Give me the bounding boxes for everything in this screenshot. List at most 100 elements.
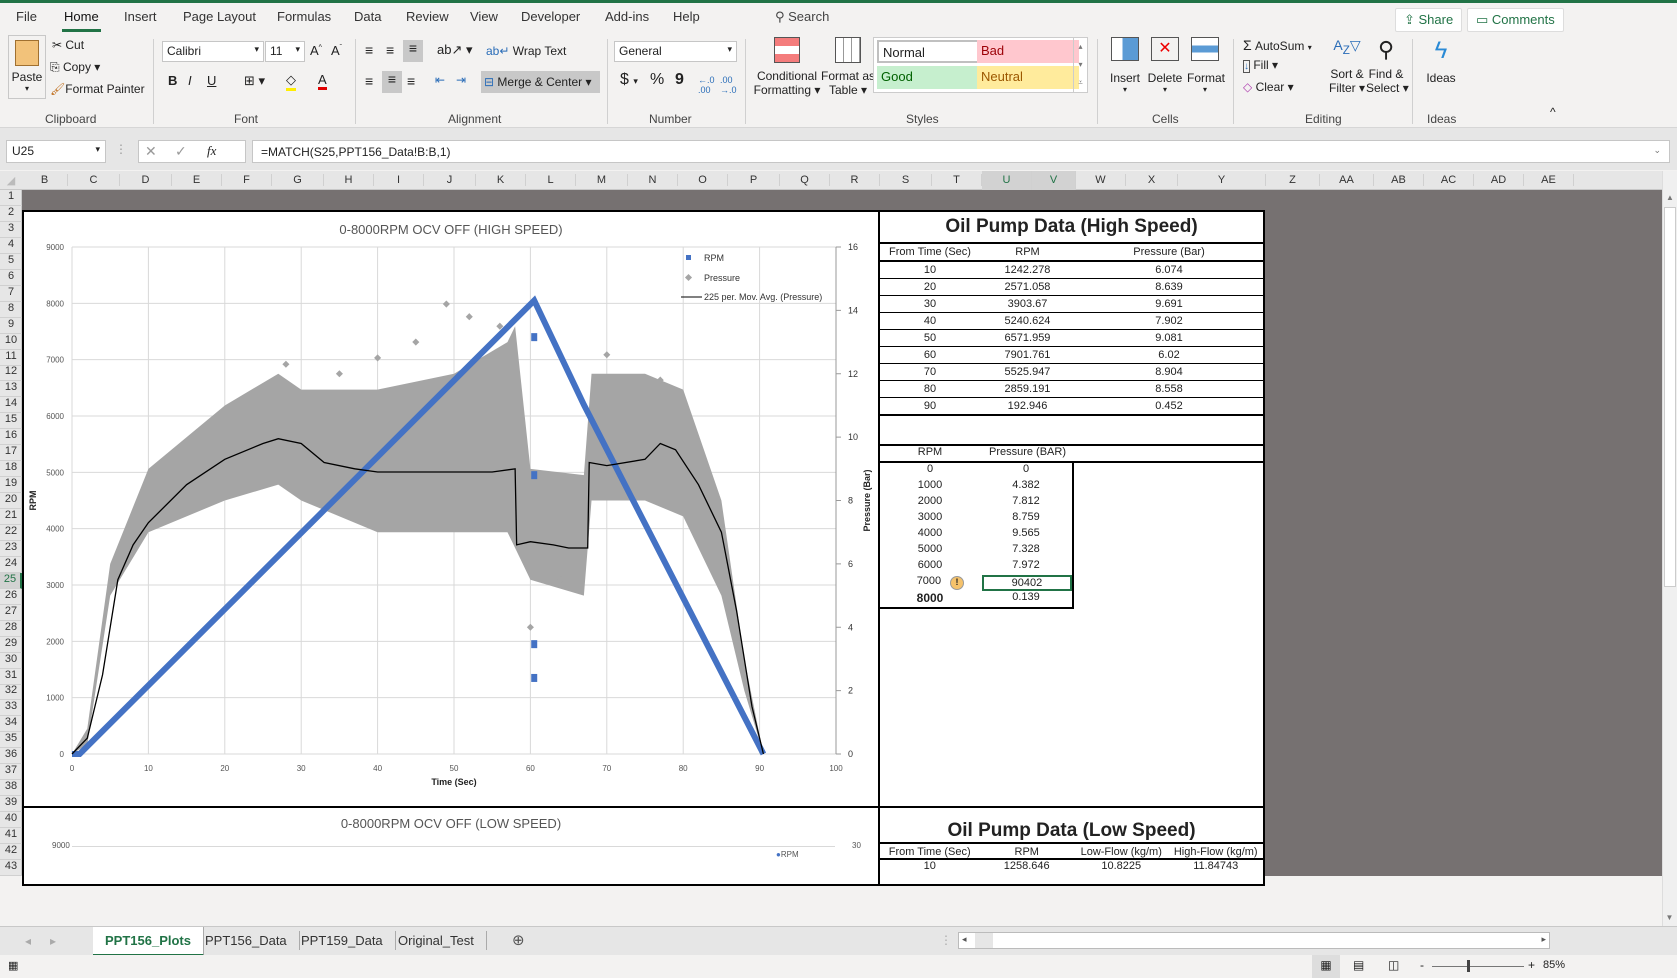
lookup-cell[interactable]: 0 (980, 463, 1072, 479)
menu-file[interactable]: File (16, 9, 37, 24)
lookup-cell[interactable]: 8.759 (980, 511, 1072, 527)
row-header-43[interactable]: 43 (0, 860, 22, 876)
prev-sheet-icon[interactable]: ◂ (25, 934, 31, 948)
menu-developer[interactable]: Developer (521, 9, 580, 24)
clear-button[interactable]: ◇ Clear ▾ (1243, 80, 1294, 94)
column-header-m[interactable]: M (576, 174, 628, 186)
table-cell[interactable]: 9.691 (1075, 295, 1263, 312)
tab-split-handle[interactable]: ⋮ (940, 933, 952, 947)
table-cell[interactable]: 90 (880, 397, 980, 414)
insert-cells-button[interactable]: Insert ▾ (1108, 37, 1142, 94)
italic-button[interactable]: I (188, 73, 192, 88)
column-header-ab[interactable]: AB (1374, 174, 1424, 186)
font-color-icon[interactable]: A (318, 72, 327, 90)
align-top-icon[interactable]: ≡ (365, 42, 373, 58)
select-all-corner[interactable]: ◢ (0, 174, 22, 187)
chart-low-speed[interactable]: 0-8000RPM OCV OFF (LOW SPEED) 9000 30 ●R… (22, 806, 880, 886)
search-box[interactable]: ⚲ Search (775, 9, 829, 25)
style-neutral[interactable]: Neutral (977, 66, 1079, 89)
chart-high-speed[interactable]: 0-8000RPM OCV OFF (HIGH SPEED) 0 10 20 30 40… (22, 210, 880, 808)
table-cell[interactable]: 40 (880, 312, 980, 329)
zoom-level[interactable]: 85% (1543, 959, 1565, 971)
menu-page-layout[interactable]: Page Layout (183, 9, 256, 24)
increase-decimal-icon[interactable]: ←.0.00 (698, 75, 715, 95)
lookup-cell[interactable]: 4000 (880, 527, 980, 543)
increase-indent-icon[interactable]: ⇥ (456, 73, 466, 87)
column-header-t[interactable]: T (932, 174, 982, 186)
column-header-j[interactable]: J (424, 174, 476, 186)
sheet-tab-ppt156-data[interactable]: PPT156_Data (193, 931, 300, 950)
table-cell[interactable]: 1242.278 (980, 261, 1075, 278)
table-cell[interactable]: 192.946 (980, 397, 1075, 414)
macro-record-icon[interactable]: ▦ (8, 959, 18, 972)
row-header-41[interactable]: 41 (0, 828, 22, 844)
cut-button[interactable]: ✂ Cut (52, 38, 84, 52)
zoom-in-button[interactable]: + (1528, 958, 1535, 972)
row-header-31[interactable]: 31 (0, 669, 22, 685)
column-header-ae[interactable]: AE (1524, 174, 1574, 186)
zoom-slider[interactable] (1432, 966, 1524, 967)
decrease-decimal-icon[interactable]: .00 →.0 (720, 75, 737, 95)
lookup-cell[interactable]: 0 (880, 463, 980, 479)
font-size-select[interactable]: 11 ▾ (265, 41, 305, 62)
row-header-10[interactable]: 10 (0, 334, 22, 350)
lookup-cell[interactable]: 1000 (880, 479, 980, 495)
row-header-32[interactable]: 32 (0, 684, 22, 701)
column-header-i[interactable]: I (374, 174, 424, 186)
row-header-16[interactable]: 16 (0, 429, 22, 446)
column-header-x[interactable]: X (1126, 174, 1178, 186)
cancel-icon[interactable]: ✕ (145, 143, 157, 160)
number-format-select[interactable]: General ▾ (614, 41, 737, 62)
menu-add-ins[interactable]: Add-ins (605, 9, 649, 24)
hscroll-thumb[interactable] (975, 933, 993, 948)
table-cell[interactable]: 6.074 (1075, 261, 1263, 278)
row-header-21[interactable]: 21 (0, 509, 22, 525)
row-header-39[interactable]: 39 (0, 796, 22, 813)
table-cell[interactable]: 7.902 (1075, 312, 1263, 329)
column-header-z[interactable]: Z (1266, 174, 1320, 186)
row-header-25[interactable]: 25 (0, 572, 22, 589)
table-cell[interactable]: 2859.191 (980, 380, 1075, 397)
column-header-ad[interactable]: AD (1474, 174, 1524, 186)
normal-view-icon[interactable]: ▦ (1312, 955, 1340, 978)
table-cell[interactable]: 7901.761 (980, 346, 1075, 363)
menu-review[interactable]: Review (406, 9, 449, 24)
sort-filter-button[interactable]: AZ▽ Sort & Filter ▾ (1327, 37, 1367, 95)
decrease-font-icon[interactable]: Aˇ (331, 43, 342, 58)
column-header-w[interactable]: W (1076, 174, 1126, 186)
align-right-icon[interactable]: ≡ (407, 73, 415, 89)
paste-button[interactable]: Paste ▾ (8, 35, 46, 99)
lookup-cell[interactable]: 9.565 (980, 527, 1072, 543)
table-cell[interactable]: 30 (880, 295, 980, 312)
borders-icon[interactable]: ⊞ ▾ (244, 73, 265, 89)
lookup-cell[interactable]: 6000 (880, 559, 980, 575)
bold-button[interactable]: B (168, 73, 177, 88)
column-header-p[interactable]: P (728, 174, 780, 186)
format-cells-button[interactable]: Format ▾ (1187, 37, 1225, 94)
row-header-18[interactable]: 18 (0, 461, 22, 478)
scroll-left-icon[interactable]: ◂ (962, 934, 967, 945)
table-cell[interactable]: 3903.67 (980, 295, 1075, 312)
ideas-button[interactable]: ϟ Ideas (1424, 37, 1458, 85)
column-header-ac[interactable]: AC (1424, 174, 1474, 186)
row-header-26[interactable]: 26 (0, 589, 22, 605)
lookup-cell[interactable]: 0.139 (980, 591, 1072, 607)
column-header-aa[interactable]: AA (1320, 174, 1374, 186)
find-select-button[interactable]: ⚲ Find & Select ▾ (1366, 37, 1409, 95)
table-cell[interactable]: 5525.947 (980, 363, 1075, 380)
table-cell[interactable]: 8.558 (1075, 380, 1263, 397)
styles-scroll[interactable]: ▴ ▾ ⩡ (1073, 38, 1087, 93)
zoom-slider-thumb[interactable] (1467, 960, 1470, 972)
increase-font-icon[interactable]: A^ (310, 43, 322, 58)
row-header-12[interactable]: 12 (0, 365, 22, 382)
name-box[interactable]: U25 ▾ (6, 140, 106, 163)
table-cell[interactable]: 0.452 (1075, 397, 1263, 414)
table-cell[interactable]: 10 (880, 261, 980, 278)
table-cell[interactable]: 6571.959 (980, 329, 1075, 346)
enter-icon[interactable]: ✓ (175, 143, 187, 160)
fill-color-icon[interactable]: ◇ (286, 72, 296, 91)
decrease-indent-icon[interactable]: ⇤ (435, 73, 445, 87)
column-header-r[interactable]: R (830, 174, 880, 186)
percent-button[interactable]: % (650, 71, 664, 89)
row-header-3[interactable]: 3 (0, 222, 22, 238)
